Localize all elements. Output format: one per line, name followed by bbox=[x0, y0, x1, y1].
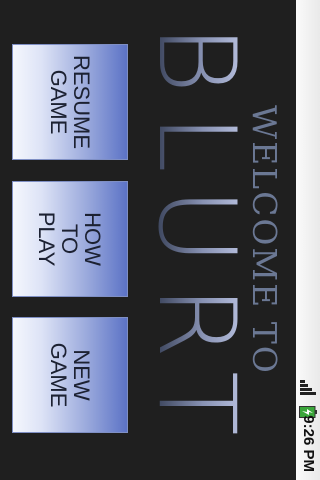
how-to-play-label-line1: HOW bbox=[80, 212, 106, 266]
blurt-logo: BLURT bbox=[135, 0, 258, 480]
how-to-play-label-line3: PLAY bbox=[34, 211, 60, 267]
how-to-play-label-line2: TO bbox=[57, 223, 83, 255]
game-screen: WELCOME TO BLURT RESUME GAME HOW TO PLAY… bbox=[0, 0, 320, 480]
status-time: 9:26 PM bbox=[300, 415, 317, 472]
signal-icon bbox=[300, 380, 316, 395]
resume-game-button[interactable]: RESUME GAME bbox=[12, 44, 128, 160]
resume-game-label-line1: RESUME bbox=[69, 54, 94, 150]
resume-game-label-line2: GAME bbox=[46, 69, 71, 135]
new-game-label-line2: GAME bbox=[46, 342, 71, 408]
new-game-button[interactable]: NEW GAME bbox=[12, 317, 128, 433]
logo-text: BLURT bbox=[135, 24, 258, 456]
how-to-play-button[interactable]: HOW TO PLAY bbox=[12, 181, 128, 297]
new-game-label-line1: NEW bbox=[69, 349, 94, 401]
main-menu: WELCOME TO BLURT RESUME GAME HOW TO PLAY… bbox=[0, 0, 296, 480]
status-bar: 9:26 PM bbox=[296, 0, 320, 480]
